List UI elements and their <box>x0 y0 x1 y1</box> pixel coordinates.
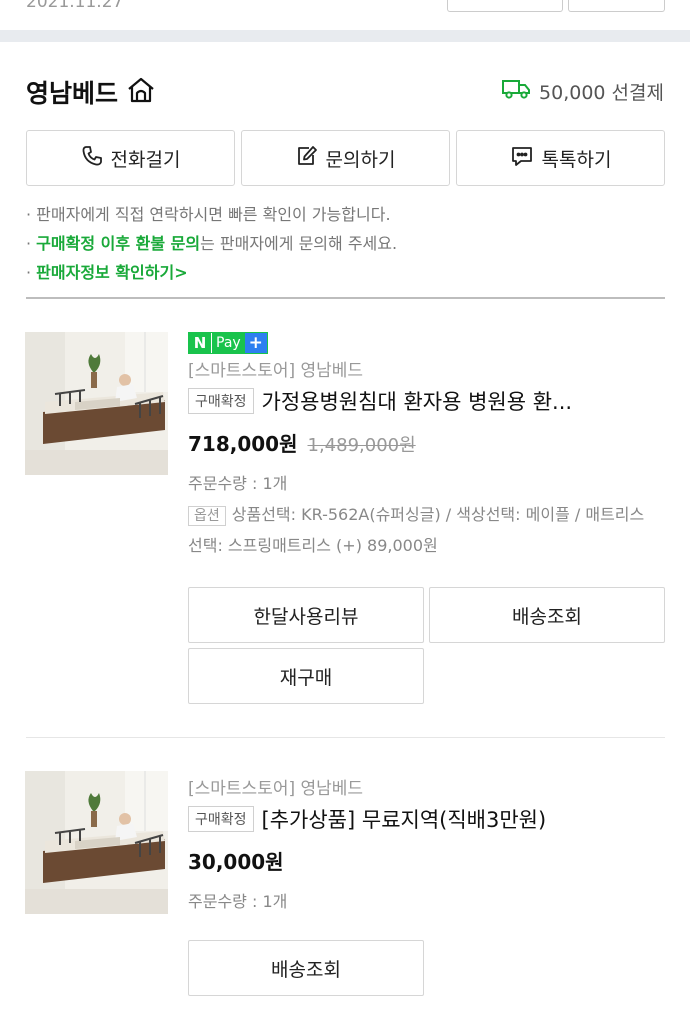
order-item-2: [스마트스토어] 영남베드 구매확정 [추가상품] 무료지역(직배3만원) 30… <box>188 776 546 912</box>
seller-name[interactable]: 영남베드 <box>26 74 118 110</box>
original-price: 1,489,000원 <box>307 435 416 456</box>
monthly-review-button[interactable]: 한달사용리뷰 <box>188 587 424 643</box>
shipping-fee-text: 50,000 선결제 <box>539 82 664 104</box>
note-line-2: · 구매확정 이후 환불 문의는 판매자에게 문의해 주세요. <box>26 234 398 253</box>
npay-badge: N Pay + <box>188 332 268 354</box>
reorder-button[interactable]: 재구매 <box>188 648 424 704</box>
product-thumbnail[interactable] <box>25 332 168 475</box>
product-title[interactable]: 가정용병원침대 환자용 병원용 환... <box>262 386 573 416</box>
previous-button-1[interactable] <box>447 0 563 12</box>
order-date: 2021.11.27 <box>26 0 124 12</box>
note-text-1: 판매자에게 직접 연락하시면 빠른 확인이 가능합니다. <box>36 205 391 224</box>
store-home-icon[interactable] <box>126 77 156 107</box>
order-item-1: N Pay + [스마트스토어] 영남베드 구매확정 가정용병원침대 환자용 병… <box>188 332 658 560</box>
npay-plus-icon: + <box>244 333 267 353</box>
order-quantity: 주문수량 : 1개 <box>188 892 288 911</box>
npay-n-logo: N <box>189 333 211 353</box>
seller-actions: 전화걸기 문의하기 톡톡하기 <box>26 130 665 186</box>
seller-info-link[interactable]: 판매자정보 확인하기> <box>36 263 187 282</box>
refund-inquiry-highlight: 구매확정 이후 환불 문의 <box>36 234 201 253</box>
inquiry-button[interactable]: 문의하기 <box>241 130 450 186</box>
product-price: 30,000원 <box>188 850 284 874</box>
note-text-2: 는 판매자에게 문의해 주세요. <box>200 234 398 253</box>
store-name[interactable]: [스마트스토어] 영남베드 <box>188 776 546 802</box>
talktalk-button[interactable]: 톡톡하기 <box>456 130 665 186</box>
status-badge: 구매확정 <box>188 806 254 832</box>
price-row: 718,000원 1,489,000원 <box>188 428 658 460</box>
talktalk-label: 톡톡하기 <box>541 148 612 171</box>
product-price: 718,000원 <box>188 432 298 456</box>
product-title-row[interactable]: 구매확정 [추가상품] 무료지역(직배3만원) <box>188 802 546 836</box>
truck-icon <box>501 78 531 105</box>
option-badge: 옵션 <box>188 506 226 526</box>
status-badge: 구매확정 <box>188 388 254 414</box>
product-thumbnail[interactable] <box>25 771 168 914</box>
shipping-fee: 50,000 선결제 <box>501 78 664 105</box>
call-label: 전화걸기 <box>110 148 181 171</box>
phone-icon <box>81 145 103 172</box>
track-delivery-button[interactable]: 배송조회 <box>429 587 665 643</box>
track-delivery-button[interactable]: 배송조회 <box>188 940 424 996</box>
edit-icon <box>296 145 318 172</box>
note-line-1: · 판매자에게 직접 연락하시면 빠른 확인이 가능합니다. <box>26 205 391 224</box>
store-name[interactable]: [스마트스토어] 영남베드 <box>188 358 658 384</box>
item-divider <box>26 737 665 738</box>
inquiry-label: 문의하기 <box>325 148 396 171</box>
chat-icon <box>510 145 534 172</box>
note-line-3: · 판매자정보 확인하기> <box>26 263 188 282</box>
section-gap <box>0 30 690 42</box>
npay-pay-text: Pay <box>211 333 245 353</box>
product-title[interactable]: [추가상품] 무료지역(직배3만원) <box>262 804 547 834</box>
option-info: 옵션 상품선택: KR-562A(슈퍼싱글) / 색상선택: 메이플 / 매트리스… <box>188 500 658 560</box>
seller-header[interactable]: 영남베드 <box>26 74 156 110</box>
call-button[interactable]: 전화걸기 <box>26 130 235 186</box>
previous-button-2[interactable] <box>568 0 665 12</box>
previous-section-strip: 2021.11.27 <box>0 0 690 30</box>
order-quantity: 주문수량 : 1개 <box>188 474 288 493</box>
seller-notes: · 판매자에게 직접 연락하시면 빠른 확인이 가능합니다. · 구매확정 이후… <box>26 200 665 287</box>
option-text: 상품선택: KR-562A(슈퍼싱글) / 색상선택: 메이플 / 매트리스선택… <box>188 505 645 555</box>
section-divider <box>26 297 665 299</box>
price-row: 30,000원 <box>188 846 546 878</box>
product-title-row[interactable]: 구매확정 가정용병원침대 환자용 병원용 환... <box>188 384 658 418</box>
